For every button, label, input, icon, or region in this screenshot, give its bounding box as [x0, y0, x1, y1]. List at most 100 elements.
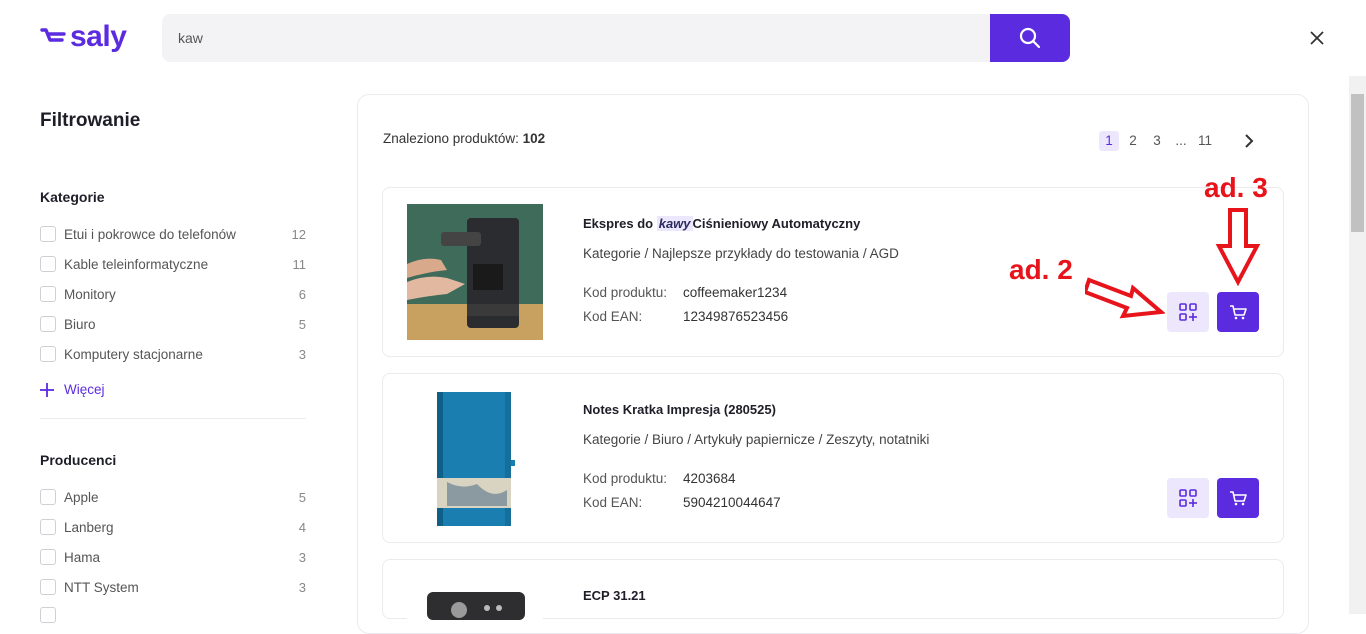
- checkbox[interactable]: [40, 489, 56, 505]
- checkbox[interactable]: [40, 549, 56, 565]
- ean-row: Kod EAN: 5904210044647: [583, 495, 781, 510]
- checkbox[interactable]: [40, 316, 56, 332]
- cart-icon: [1230, 305, 1247, 320]
- product-name-prefix: Ekspres do: [583, 216, 654, 231]
- ean-label: Kod EAN:: [583, 495, 643, 510]
- producer-filter-item[interactable]: Apple 5: [40, 487, 306, 507]
- category-count: 12: [291, 226, 306, 242]
- product-category-path: Kategorie / Biuro / Artykuły papiernicze…: [583, 432, 930, 447]
- divider: [40, 418, 306, 419]
- producer-count: 5: [298, 489, 306, 505]
- category-count: 6: [298, 286, 306, 302]
- category-filter-item[interactable]: Monitory 6: [40, 284, 306, 304]
- product-image[interactable]: [407, 576, 543, 620]
- page-link[interactable]: 2: [1123, 131, 1143, 151]
- pagination: 1 2 3 ... 11: [1099, 129, 1265, 153]
- cart-logo-icon: [40, 28, 66, 42]
- next-page-button[interactable]: [1237, 129, 1261, 153]
- product-name-suffix: Ciśnieniowy Automatyczny: [692, 216, 861, 231]
- product-image[interactable]: [407, 204, 543, 340]
- product-image[interactable]: [407, 390, 543, 526]
- chevron-right-icon: [1245, 134, 1254, 148]
- producer-label: Hama: [64, 549, 101, 565]
- producer-filter-item[interactable]: [40, 605, 306, 625]
- add-to-cart-button[interactable]: [1217, 292, 1259, 332]
- producer-filter-item[interactable]: Lanberg 4: [40, 517, 306, 537]
- product-code-value: coffeemaker1234: [683, 285, 788, 300]
- producer-count: 3: [298, 579, 306, 595]
- product-code-row: Kod produktu: 4203684: [583, 471, 736, 486]
- category-label: Monitory: [64, 286, 116, 302]
- page-scrollbar[interactable]: [1349, 76, 1366, 614]
- category-filter-item[interactable]: Biuro 5: [40, 314, 306, 334]
- page-link[interactable]: 1: [1099, 131, 1119, 151]
- found-label: Znaleziono produktów:: [383, 131, 519, 146]
- checkbox[interactable]: [40, 519, 56, 535]
- ean-label: Kod EAN:: [583, 309, 643, 324]
- annotation-compare: ad. 2: [1009, 254, 1073, 285]
- close-icon: [1310, 31, 1324, 45]
- top-bar: saly: [0, 0, 1366, 76]
- product-card[interactable]: Notes Kratka Impresja (280525) Kategorie…: [382, 373, 1284, 543]
- product-name[interactable]: Ekspres do kawy Ciśnieniowy Automatyczny: [583, 216, 860, 231]
- found-count: 102: [522, 131, 546, 146]
- category-filter-item[interactable]: Kable teleinformatyczne 11: [40, 254, 306, 274]
- producer-filter-item[interactable]: Hama 3: [40, 547, 306, 567]
- close-button[interactable]: [1305, 26, 1329, 50]
- product-name[interactable]: ECP 31.21: [583, 588, 646, 603]
- product-code-value: 4203684: [683, 471, 736, 486]
- product-code-label: Kod produktu:: [583, 471, 668, 486]
- scrollbar-thumb[interactable]: [1351, 94, 1364, 232]
- cart-icon: [1230, 491, 1247, 506]
- show-more-label: Więcej: [64, 382, 105, 397]
- compare-button[interactable]: [1167, 478, 1209, 518]
- product-name[interactable]: Notes Kratka Impresja (280525): [583, 402, 776, 417]
- compare-add-icon: [1179, 489, 1197, 507]
- add-to-cart-button[interactable]: [1217, 478, 1259, 518]
- search-input[interactable]: [162, 14, 990, 62]
- compare-add-icon: [1179, 303, 1197, 321]
- producer-count: 3: [298, 549, 306, 565]
- logo-text: saly: [70, 20, 127, 53]
- category-count: 5: [298, 316, 306, 332]
- ean-value: 12349876523456: [683, 309, 789, 324]
- results-count: Znaleziono produktów: 102: [383, 131, 545, 146]
- search-button[interactable]: [990, 14, 1070, 62]
- product-card[interactable]: ECP 31.21: [382, 559, 1284, 620]
- producer-label: NTT System: [64, 579, 139, 595]
- producer-filter-item[interactable]: NTT System 3: [40, 577, 306, 597]
- checkbox[interactable]: [40, 286, 56, 302]
- filter-title: Filtrowanie: [40, 110, 141, 131]
- notebook-image: [407, 390, 543, 526]
- category-filter-item[interactable]: Komputery stacjonarne 3: [40, 344, 306, 364]
- checkbox[interactable]: [40, 346, 56, 362]
- category-label: Kable teleinformatyczne: [64, 256, 209, 272]
- category-label: Biuro: [64, 316, 96, 332]
- checkbox[interactable]: [40, 256, 56, 272]
- ean-value: 5904210044647: [683, 495, 781, 510]
- espresso-machine-image: [407, 576, 543, 620]
- checkbox[interactable]: [40, 579, 56, 595]
- producers-title: Producenci: [40, 452, 117, 468]
- saly-logo[interactable]: saly: [40, 20, 127, 54]
- category-label: Etui i pokrowce do telefonów: [64, 226, 236, 242]
- compare-button[interactable]: [1167, 292, 1209, 332]
- checkbox[interactable]: [40, 226, 56, 242]
- page-link[interactable]: 11: [1195, 131, 1215, 151]
- page-ellipsis: ...: [1175, 133, 1187, 148]
- producer-label: Apple: [64, 489, 99, 505]
- plus-icon: [40, 382, 54, 397]
- categories-title: Kategorie: [40, 189, 105, 205]
- product-category-path: Kategorie / Najlepsze przykłady do testo…: [583, 246, 899, 261]
- search-highlight: kawy: [656, 216, 693, 231]
- page-link[interactable]: 3: [1147, 131, 1167, 151]
- search-icon: [1019, 27, 1041, 49]
- checkbox[interactable]: [40, 607, 56, 623]
- category-count: 3: [298, 346, 306, 362]
- show-more-link[interactable]: Więcej: [40, 382, 105, 397]
- category-filter-item[interactable]: Etui i pokrowce do telefonów 12: [40, 224, 306, 244]
- category-label: Komputery stacjonarne: [64, 346, 203, 362]
- search-bar: [162, 14, 1070, 62]
- filter-sidebar: Filtrowanie: [40, 96, 306, 132]
- coffee-machine-image: [407, 204, 543, 340]
